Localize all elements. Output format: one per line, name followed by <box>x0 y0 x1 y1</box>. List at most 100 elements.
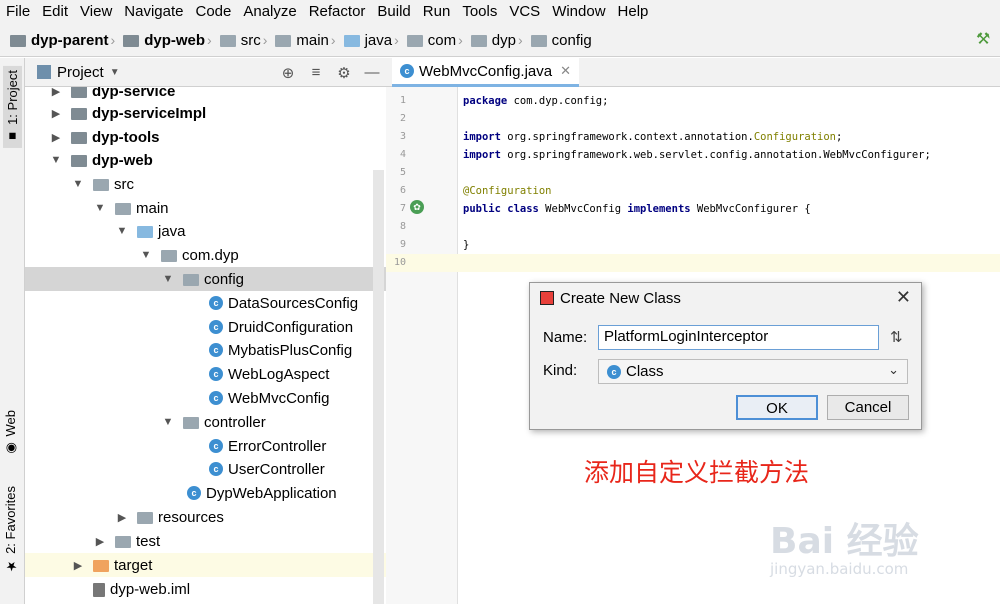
locate-icon[interactable]: ⊕ <box>274 64 302 82</box>
tree-item-selected[interactable]: ▼ config <box>25 267 386 291</box>
tree-item[interactable]: ▼ dyp-web <box>25 148 386 172</box>
tree-item[interactable]: ▶ target <box>25 553 386 577</box>
class-icon: c <box>209 296 223 310</box>
tree-item[interactable]: ▼ controller <box>25 410 386 434</box>
tab-project[interactable]: ■ 1: Project <box>3 66 22 148</box>
star-icon: ★ <box>3 557 18 573</box>
code-line-6[interactable]: @Configuration <box>463 185 552 197</box>
resources-folder-icon <box>137 512 153 524</box>
class-icon: c <box>209 367 223 381</box>
code-line-1[interactable]: package com.dyp.config; <box>463 95 608 107</box>
crumb-dyp-parent[interactable]: dyp-parent › <box>10 32 119 49</box>
crumb-dyp-web[interactable]: dyp-web › <box>123 32 216 49</box>
tree-item[interactable]: c DataSourcesConfig <box>25 291 386 315</box>
collapse-arrow-icon[interactable]: ▼ <box>115 225 129 237</box>
folder-icon <box>275 35 292 47</box>
tree-item[interactable]: c DruidConfiguration <box>25 315 386 339</box>
tree-scrollbar[interactable] <box>373 170 384 604</box>
tree-item[interactable]: c WebLogAspect <box>25 362 386 386</box>
tree-item[interactable]: ▶ test <box>25 529 386 553</box>
tree-item[interactable]: c MybatisPlusConfig <box>25 338 386 362</box>
minimize-icon[interactable]: — <box>358 64 386 81</box>
menu-help[interactable]: Help <box>612 0 655 24</box>
expand-arrow-icon[interactable]: ▶ <box>71 559 85 572</box>
chevron-right-icon: › <box>262 32 268 48</box>
cancel-button[interactable]: Cancel <box>827 395 909 420</box>
crumb-src[interactable]: src › <box>219 32 272 49</box>
kind-select[interactable]: c Class ⌄ <box>598 359 908 384</box>
tab-webmvcconfig[interactable]: c WebMvcConfig.java ✕ <box>392 58 580 87</box>
menu-edit[interactable]: Edit <box>36 0 74 24</box>
class-name-input[interactable]: PlatformLoginInterceptor <box>598 325 879 350</box>
line-number: 6 <box>399 185 406 196</box>
crumb-dyp[interactable]: dyp › <box>470 32 527 49</box>
expand-arrow-icon[interactable]: ▶ <box>49 87 63 98</box>
code-line-7[interactable]: public class WebMvcConfig implements Web… <box>463 203 811 215</box>
menu-view[interactable]: View <box>74 0 118 24</box>
expand-arrow-icon[interactable]: ▶ <box>93 535 107 548</box>
menu-navigate[interactable]: Navigate <box>118 0 189 24</box>
tree-item[interactable]: ▼ src <box>25 172 386 196</box>
spring-bean-icon[interactable]: ✿ <box>410 200 424 214</box>
class-icon: c <box>209 320 223 334</box>
sort-icon[interactable]: ⇅ <box>890 328 903 346</box>
tree-item[interactable]: dyp-web.iml <box>25 577 386 601</box>
ok-button[interactable]: OK <box>736 395 818 420</box>
code-line-4[interactable]: import org.springframework.web.servlet.c… <box>463 149 931 161</box>
tree-item[interactable]: c DypWebApplication <box>25 481 386 505</box>
tree-item[interactable]: ▼ com.dyp <box>25 243 386 267</box>
tree-item[interactable]: ▼ java <box>25 219 386 243</box>
collapse-arrow-icon[interactable]: ▼ <box>139 249 153 261</box>
menu-vcs[interactable]: VCS <box>503 0 546 24</box>
expand-arrow-icon[interactable]: ▶ <box>49 131 63 144</box>
tree-item[interactable]: c ErrorController <box>25 434 386 458</box>
tree-item[interactable]: c WebMvcConfig <box>25 386 386 410</box>
chevron-down-icon[interactable]: ▼ <box>110 67 120 78</box>
collapse-arrow-icon[interactable]: ▼ <box>161 273 175 285</box>
menu-build[interactable]: Build <box>371 0 416 24</box>
code-line-3[interactable]: import org.springframework.context.annot… <box>463 131 842 143</box>
menu-run[interactable]: Run <box>417 0 457 24</box>
expand-arrow-icon[interactable]: ▶ <box>115 511 129 524</box>
chevron-right-icon: › <box>517 32 523 48</box>
collapse-arrow-icon[interactable]: ▼ <box>161 416 175 428</box>
module-icon <box>71 87 87 98</box>
class-icon: c <box>209 462 223 476</box>
collapse-arrow-icon[interactable]: ▼ <box>71 178 85 190</box>
menu-file[interactable]: File <box>0 0 36 24</box>
crumb-com[interactable]: com › <box>406 32 467 49</box>
code-line-9[interactable]: } <box>463 239 469 251</box>
tab-favorites[interactable]: ★ 2: Favorites <box>3 486 18 573</box>
chevron-right-icon: › <box>207 32 212 48</box>
menu-analyze[interactable]: Analyze <box>237 0 302 24</box>
tree-item[interactable]: ▶ dyp-tools <box>25 125 386 149</box>
tree-item[interactable]: ▶ resources <box>25 505 386 529</box>
menu-refactor[interactable]: Refactor <box>303 0 372 24</box>
collapse-icon[interactable]: ≡ <box>302 64 330 81</box>
close-icon[interactable]: ✕ <box>896 287 911 308</box>
tree-item[interactable]: c UserController <box>25 457 386 481</box>
crumb-main[interactable]: main › <box>275 32 339 49</box>
collapse-arrow-icon[interactable]: ▼ <box>49 154 63 166</box>
line-number: 1 <box>399 95 406 106</box>
package-icon <box>470 35 487 47</box>
panel-title[interactable]: Project <box>57 64 104 81</box>
menu-window[interactable]: Window <box>546 0 611 24</box>
build-hammer-icon[interactable]: ⚒ <box>976 31 994 49</box>
tree-item[interactable]: ▼ main <box>25 196 386 220</box>
crumb-java[interactable]: java › <box>343 32 403 49</box>
expand-arrow-icon[interactable]: ▶ <box>49 107 63 120</box>
tool-window-strip: ■ 1: Project ◉ Web ★ 2: Favorites <box>0 58 25 604</box>
line-number: 2 <box>399 113 406 124</box>
crumb-config[interactable]: config <box>530 32 592 49</box>
watermark-url: jingyan.baidu.com <box>770 560 909 578</box>
menu-bar: File Edit View Navigate Code Analyze Ref… <box>0 0 1000 24</box>
class-icon: c <box>209 439 223 453</box>
tab-web[interactable]: ◉ Web <box>3 410 18 456</box>
tree-item[interactable]: ▶ dyp-serviceImpl <box>25 101 386 125</box>
close-icon[interactable]: ✕ <box>560 63 571 79</box>
gear-icon[interactable]: ⚙ <box>330 64 358 82</box>
collapse-arrow-icon[interactable]: ▼ <box>93 202 107 214</box>
menu-code[interactable]: Code <box>189 0 237 24</box>
menu-tools[interactable]: Tools <box>456 0 503 24</box>
